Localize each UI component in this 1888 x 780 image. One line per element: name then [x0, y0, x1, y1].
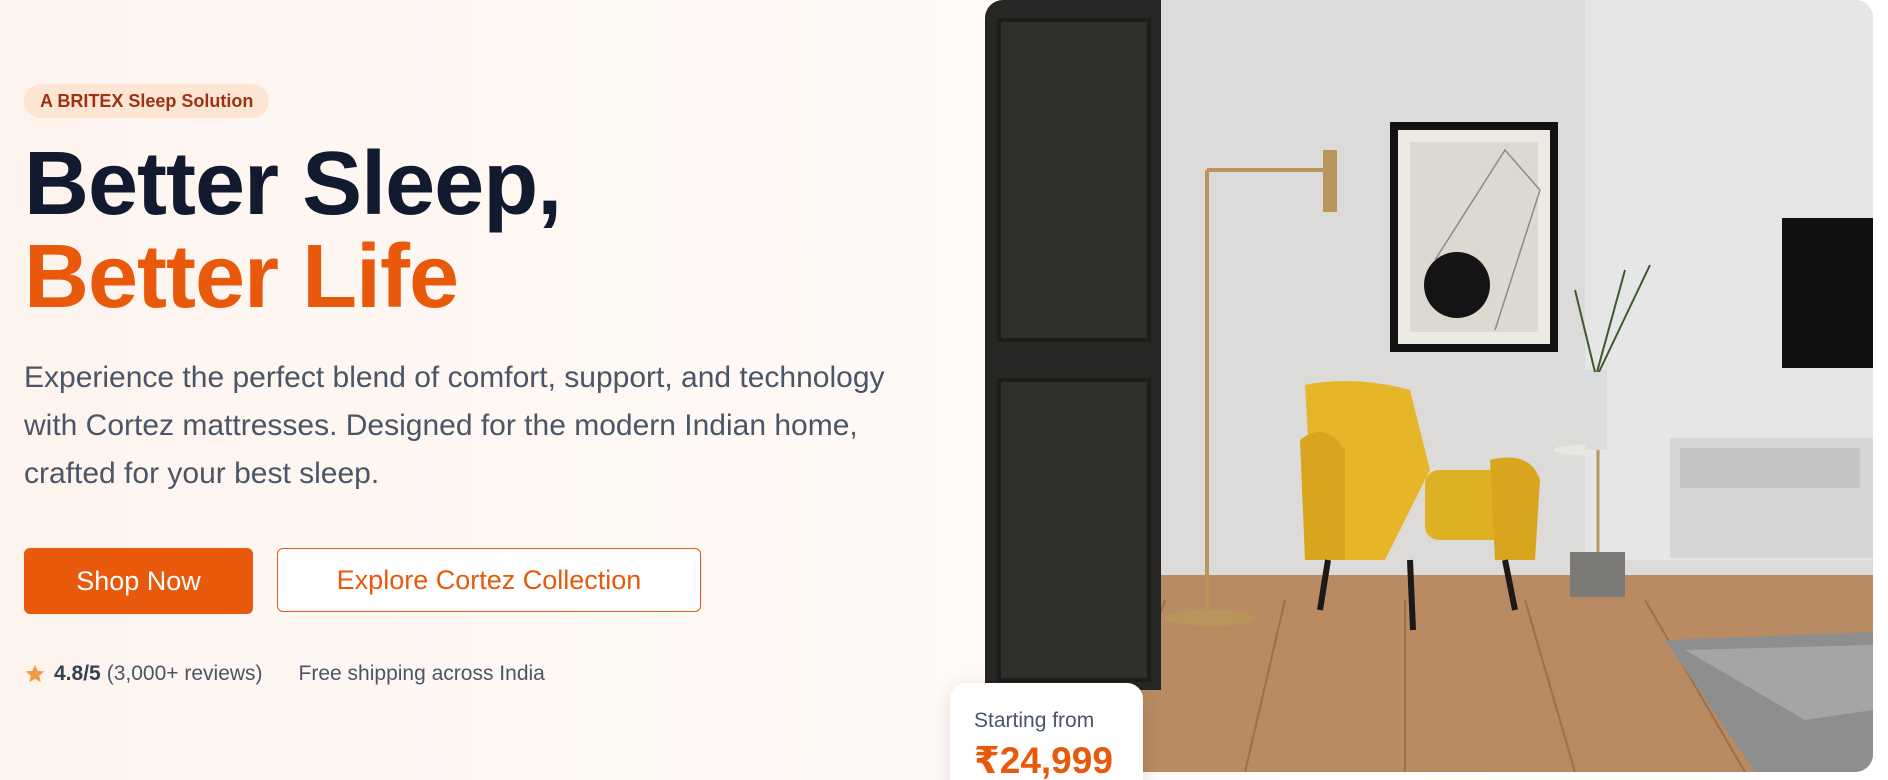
brand-tag: A BRITEX Sleep Solution [24, 84, 270, 118]
hero-meta: 4.8/5 (3,000+ reviews) Free shipping acr… [24, 662, 924, 686]
living-room-illustration [985, 0, 1873, 772]
review-count: (3,000+ reviews) [106, 662, 263, 685]
hero-image [985, 0, 1873, 772]
star-icon [25, 664, 45, 683]
hero-description: Experience the perfect blend of comfort,… [24, 361, 885, 490]
price-card: Starting from ₹24,999 [950, 683, 1143, 780]
hero-content: A BRITEX Sleep Solution Better Sleep, Be… [24, 84, 924, 686]
rating-value: 4.8/5 [54, 662, 101, 685]
headline-line-2: Better Life [24, 227, 459, 327]
explore-collection-button[interactable]: Explore Cortez Collection [277, 548, 701, 612]
hero-section: A BRITEX Sleep Solution Better Sleep, Be… [0, 0, 1888, 780]
cta-group: Shop Now Explore Cortez Collection [24, 548, 924, 614]
shop-now-button[interactable]: Shop Now [24, 548, 253, 614]
headline-line-1: Better Sleep, [24, 134, 562, 234]
shipping-note: Free shipping across India [298, 662, 545, 685]
price-value: ₹24,999 [974, 740, 1113, 780]
hero-headline: Better Sleep, Better Life [24, 138, 924, 324]
price-label: Starting from [974, 709, 1095, 732]
